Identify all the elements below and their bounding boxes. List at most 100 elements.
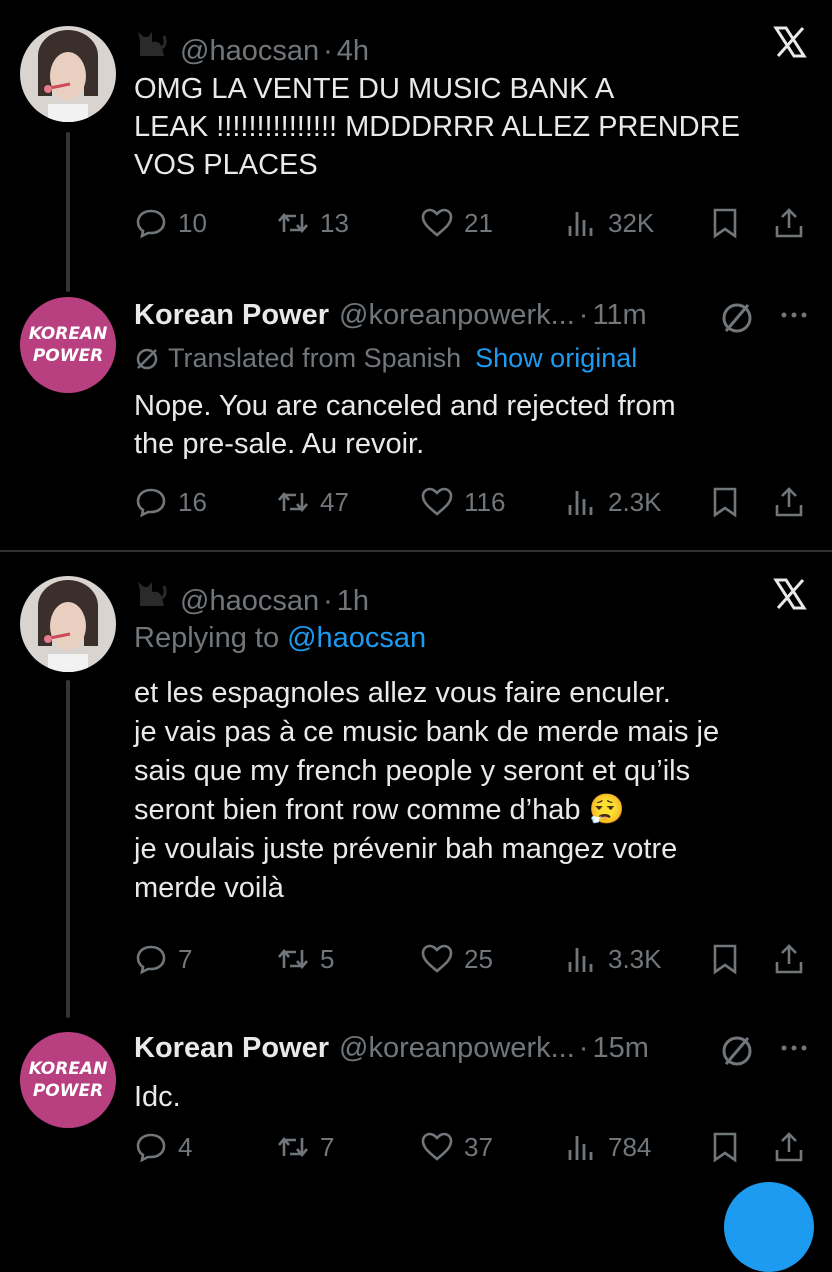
more-icon[interactable]	[778, 1032, 810, 1069]
tweet-header: Korean Power @koreanpowerk... · 11m	[134, 299, 647, 332]
timestamp[interactable]: 15m	[592, 1032, 648, 1065]
repost-count: 13	[320, 207, 349, 238]
views-button[interactable]: 32K	[564, 206, 654, 240]
like-button[interactable]: 21	[420, 206, 493, 240]
x-logo-icon[interactable]	[772, 576, 808, 617]
tweet-body: Idc.	[134, 1078, 181, 1116]
views-button[interactable]: 3.3K	[564, 942, 662, 976]
repost-count: 5	[320, 943, 335, 974]
reply-icon	[136, 209, 166, 239]
views-icon	[568, 1136, 593, 1160]
repost-button[interactable]: 47	[276, 485, 349, 519]
thread-line	[66, 132, 70, 292]
repost-button[interactable]: 13	[276, 206, 349, 240]
reply-count: 10	[178, 207, 207, 238]
avatar-haocsan[interactable]	[20, 576, 116, 672]
share-icon	[775, 1132, 803, 1162]
body-line: merde voilà	[134, 872, 284, 904]
tweet-3[interactable]: @haocsan · 1h Replying to @haocsan et le…	[0, 552, 832, 1018]
body-line: Nope. You are canceled and rejected from	[134, 390, 676, 422]
bookmark-button[interactable]	[708, 485, 752, 519]
tweet-2[interactable]: KOREAN POWER Korean Power @koreanpowerk.…	[0, 285, 832, 550]
bookmark-icon	[713, 1132, 737, 1163]
reply-button[interactable]: 16	[134, 485, 207, 519]
block-icon[interactable]	[718, 299, 756, 342]
tweet-1[interactable]: @haocsan · 4h OMG LA VENTE DU MUSIC BANK…	[0, 0, 832, 292]
like-button[interactable]: 116	[420, 485, 505, 519]
tweet-body: et les espagnoles allez vous faire encul…	[134, 674, 719, 908]
x-logo-icon[interactable]	[772, 24, 808, 65]
body-line: je voulais juste prévenir bah mangez vot…	[134, 833, 678, 865]
share-icon	[775, 944, 803, 974]
bookmark-icon	[713, 944, 737, 975]
avatar-haocsan[interactable]	[20, 26, 116, 122]
avatar-koreanpower[interactable]: KOREAN POWER	[20, 1032, 116, 1128]
reply-button[interactable]: 7	[134, 942, 192, 976]
reply-button[interactable]: 4	[134, 1130, 192, 1164]
logo-line: KOREAN	[28, 324, 108, 344]
translate-icon	[136, 348, 158, 369]
action-bar: 10 13 21 32K	[134, 206, 814, 246]
bookmark-button[interactable]	[708, 206, 752, 240]
share-button[interactable]	[772, 206, 816, 240]
share-button[interactable]	[772, 1130, 816, 1164]
tweet-header: @haocsan · 4h	[134, 26, 369, 68]
views-button[interactable]: 784	[564, 1130, 651, 1164]
author-handle[interactable]: @haocsan	[180, 35, 319, 68]
author-handle[interactable]: @haocsan	[180, 585, 319, 618]
like-button[interactable]: 37	[420, 1130, 493, 1164]
like-icon	[421, 1132, 453, 1161]
korean-power-logo: KOREAN POWER	[20, 1058, 116, 1102]
block-icon[interactable]	[718, 1032, 756, 1075]
reply-button[interactable]: 10	[134, 206, 207, 240]
like-icon	[421, 208, 453, 237]
body-line: OMG LA VENTE DU MUSIC BANK A	[134, 73, 615, 105]
views-button[interactable]: 2.3K	[564, 485, 662, 519]
like-count: 37	[464, 1131, 493, 1162]
tweet-header: @haocsan · 1h	[134, 576, 369, 618]
logo-line: KOREAN	[28, 1059, 108, 1079]
translated-label: Translated from Spanish	[168, 343, 462, 373]
replying-to-label: Replying to	[134, 622, 280, 654]
like-count: 25	[464, 943, 493, 974]
share-button[interactable]	[772, 942, 816, 976]
translation-notice: Translated from Spanish Show original	[134, 343, 637, 374]
views-count: 32K	[608, 207, 655, 238]
repost-button[interactable]: 7	[276, 1130, 334, 1164]
share-button[interactable]	[772, 485, 816, 519]
timestamp[interactable]: 1h	[337, 585, 369, 618]
tweet-body: OMG LA VENTE DU MUSIC BANK A LEAK !!!!!!…	[134, 70, 740, 184]
author-handle[interactable]: @koreanpowerk...	[339, 299, 575, 332]
more-icon[interactable]	[778, 299, 810, 336]
show-original-link[interactable]: Show original	[475, 343, 637, 374]
dot-separator: ·	[323, 35, 333, 67]
views-icon	[568, 491, 593, 515]
reply-icon	[136, 1133, 166, 1163]
thread-line	[66, 680, 70, 1018]
dot-separator: ·	[578, 299, 589, 331]
body-line: et les espagnoles allez vous faire encul…	[134, 677, 671, 709]
views-icon	[568, 948, 593, 972]
reply-count: 16	[178, 486, 207, 517]
views-icon	[568, 212, 593, 236]
body-line: sais que my french people y seront et qu…	[134, 755, 691, 787]
repost-count: 7	[320, 1131, 335, 1162]
timestamp[interactable]: 11m	[592, 299, 646, 332]
author-name[interactable]: Korean Power	[134, 1032, 329, 1065]
avatar-koreanpower[interactable]: KOREAN POWER	[20, 297, 116, 393]
bookmark-button[interactable]	[708, 942, 752, 976]
timestamp[interactable]: 4h	[337, 35, 369, 68]
bookmark-button[interactable]	[708, 1130, 752, 1164]
reply-count: 4	[178, 1131, 193, 1162]
repost-icon	[278, 491, 308, 513]
tweet-4[interactable]: KOREAN POWER Korean Power @koreanpowerk.…	[0, 1012, 832, 1200]
repost-button[interactable]: 5	[276, 942, 334, 976]
compose-fab[interactable]	[724, 1182, 814, 1272]
share-icon	[775, 487, 803, 517]
reply-count: 7	[178, 943, 193, 974]
replying-to-handle[interactable]: @haocsan	[287, 622, 426, 655]
body-line: seront bien front row comme d’hab 😮‍💨	[134, 794, 625, 826]
author-handle[interactable]: @koreanpowerk...	[339, 1032, 575, 1065]
like-button[interactable]: 25	[420, 942, 493, 976]
author-name[interactable]: Korean Power	[134, 299, 329, 332]
